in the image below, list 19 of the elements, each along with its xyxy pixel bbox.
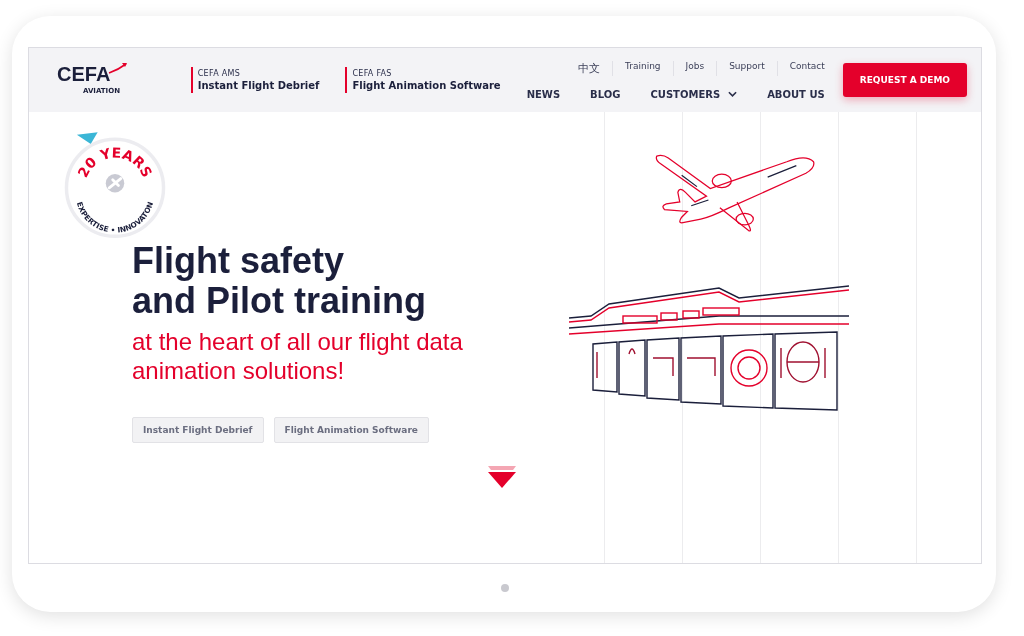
top-link[interactable]: Contact [776, 60, 825, 76]
product-button[interactable]: Flight Animation Software [273, 417, 429, 443]
top-link[interactable]: Support [716, 60, 777, 76]
hero-title: Flight safety and Pilot training [132, 241, 427, 321]
top-link[interactable]: 中文 [566, 60, 613, 76]
top-link[interactable]: Jobs [672, 60, 717, 76]
scroll-down-icon[interactable] [487, 465, 517, 489]
product-button[interactable]: Instant Flight Debrief [132, 417, 264, 443]
nav-link[interactable]: CUSTOMERS [650, 88, 738, 100]
nav-link[interactable]: BLOG [590, 88, 621, 100]
home-indicator [501, 584, 509, 592]
product-link[interactable]: CEFA FAS Flight Animation Software [345, 67, 501, 93]
hero-subtitle: at the heart of all our flight data animation solutions! [132, 327, 464, 385]
top-link[interactable]: Training [612, 60, 673, 76]
product-link[interactable]: CEFA AMS Instant Flight Debrief [190, 67, 320, 93]
nav-link[interactable]: NEWS [526, 88, 561, 100]
nav-link[interactable]: ABOUT US [767, 88, 825, 100]
request-demo-button[interactable]: REQUEST A DEMO [842, 63, 967, 97]
paper-plane-icon [76, 132, 98, 144]
